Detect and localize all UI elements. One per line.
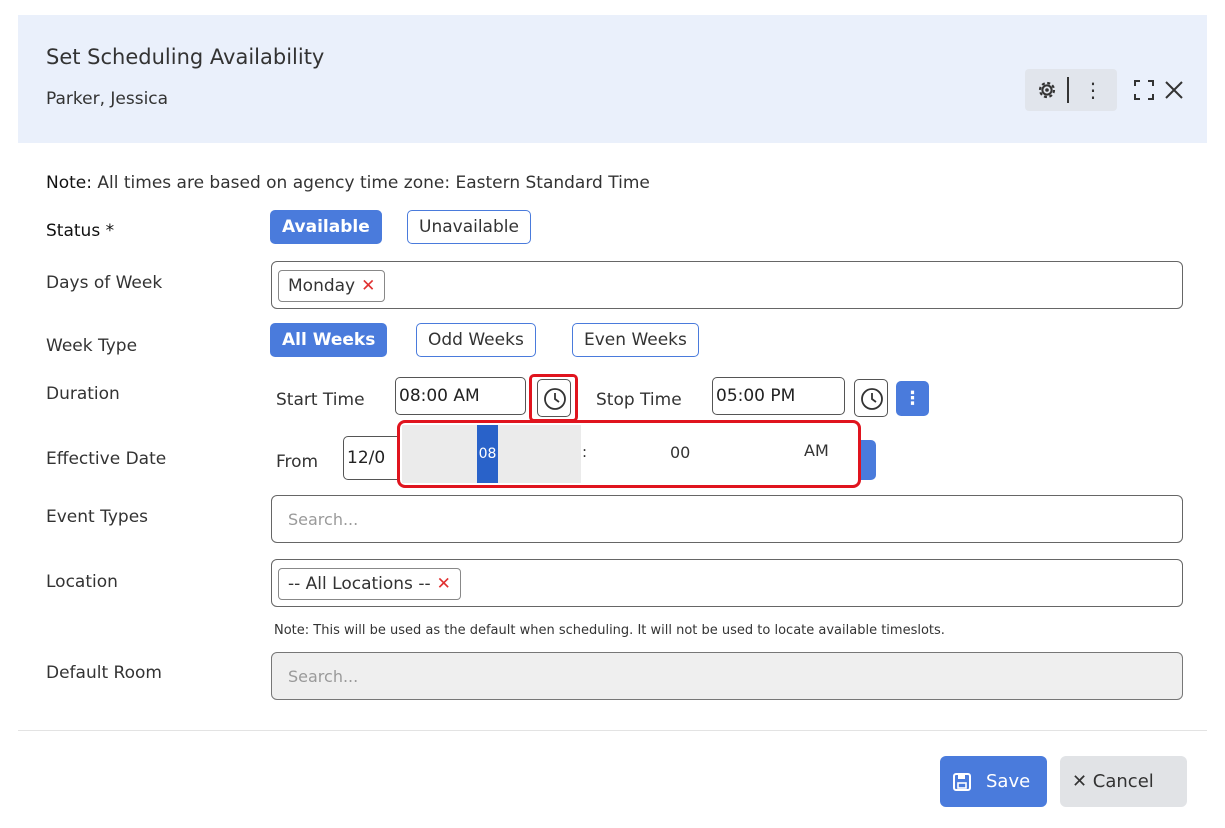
default-room-label: Default Room bbox=[46, 663, 162, 683]
effective-date-label: Effective Date bbox=[46, 449, 167, 469]
event-types-label: Event Types bbox=[46, 507, 149, 527]
location-note: Note: This will be used as the default w… bbox=[274, 623, 945, 638]
clock-button-highlight bbox=[529, 374, 578, 422]
dialog-subtitle: Parker, Jessica bbox=[46, 89, 169, 109]
header-toolbar: ⋮ bbox=[1025, 69, 1117, 111]
timezone-note: Note: All times are based on agency time… bbox=[46, 173, 650, 193]
days-of-week-field[interactable]: Monday ✕ bbox=[271, 261, 1183, 309]
location-field[interactable]: -- All Locations -- ✕ bbox=[271, 559, 1183, 607]
gear-icon[interactable] bbox=[1035, 78, 1059, 102]
from-label: From bbox=[276, 452, 319, 472]
selected-hour[interactable]: 08 bbox=[477, 425, 498, 483]
timezone-note-text: All times are based on agency time zone:… bbox=[91, 173, 650, 193]
day-chip-monday: Monday ✕ bbox=[278, 270, 386, 302]
remove-day-icon[interactable]: ✕ bbox=[361, 276, 375, 296]
clock-icon bbox=[861, 388, 883, 410]
week-odd-button[interactable]: Odd Weeks bbox=[416, 323, 536, 357]
close-icon[interactable] bbox=[1159, 75, 1189, 105]
day-chip-label: Monday bbox=[288, 276, 356, 296]
default-room-field: Search... bbox=[271, 652, 1183, 700]
week-all-button[interactable]: All Weeks bbox=[270, 323, 388, 357]
scheduling-availability-dialog: Set Scheduling Availability Parker, Jess… bbox=[0, 0, 1225, 828]
status-unavailable-button[interactable]: Unavailable bbox=[407, 210, 531, 244]
start-time-input[interactable]: 08:00 AM bbox=[395, 377, 526, 415]
location-chip: -- All Locations -- ✕ bbox=[278, 568, 461, 600]
time-picker-popup: 08 : 00 AM bbox=[397, 420, 861, 488]
period-value[interactable]: AM bbox=[804, 441, 829, 460]
toolbar-divider bbox=[1067, 77, 1069, 103]
location-chip-label: -- All Locations -- bbox=[288, 574, 431, 594]
duration-label: Duration bbox=[46, 384, 120, 404]
stop-time-clock-button[interactable] bbox=[854, 379, 888, 417]
event-types-field[interactable]: Search... bbox=[271, 495, 1183, 543]
expand-icon[interactable] bbox=[1129, 75, 1159, 105]
time-separator: : bbox=[582, 443, 588, 461]
save-label: Save bbox=[986, 771, 1031, 792]
week-even-button[interactable]: Even Weeks bbox=[572, 323, 699, 357]
minute-value[interactable]: 00 bbox=[670, 443, 690, 462]
week-type-label: Week Type bbox=[46, 336, 138, 356]
remove-location-icon[interactable]: ✕ bbox=[437, 574, 451, 594]
dialog-title: Set Scheduling Availability bbox=[46, 45, 325, 69]
days-of-week-label: Days of Week bbox=[46, 273, 163, 293]
event-types-placeholder: Search... bbox=[288, 510, 359, 529]
save-icon bbox=[953, 773, 971, 791]
default-room-placeholder: Search... bbox=[288, 667, 359, 686]
start-time-label: Start Time bbox=[276, 390, 365, 410]
kebab-menu-icon[interactable]: ⋮ bbox=[1083, 77, 1103, 103]
footer-divider bbox=[18, 730, 1207, 731]
cancel-button[interactable]: ✕ Cancel bbox=[1060, 756, 1187, 807]
stop-time-input[interactable]: 05:00 PM bbox=[712, 377, 845, 415]
stop-time-label: Stop Time bbox=[596, 390, 682, 410]
duration-menu-button[interactable]: ⋮ bbox=[896, 381, 929, 416]
status-label: Status * bbox=[46, 221, 115, 241]
save-button[interactable]: Save bbox=[940, 756, 1047, 807]
status-available-button[interactable]: Available bbox=[270, 210, 382, 244]
timezone-note-prefix: Note: bbox=[46, 173, 92, 193]
dialog-header: Set Scheduling Availability Parker, Jess… bbox=[18, 15, 1207, 143]
location-label: Location bbox=[46, 572, 118, 592]
